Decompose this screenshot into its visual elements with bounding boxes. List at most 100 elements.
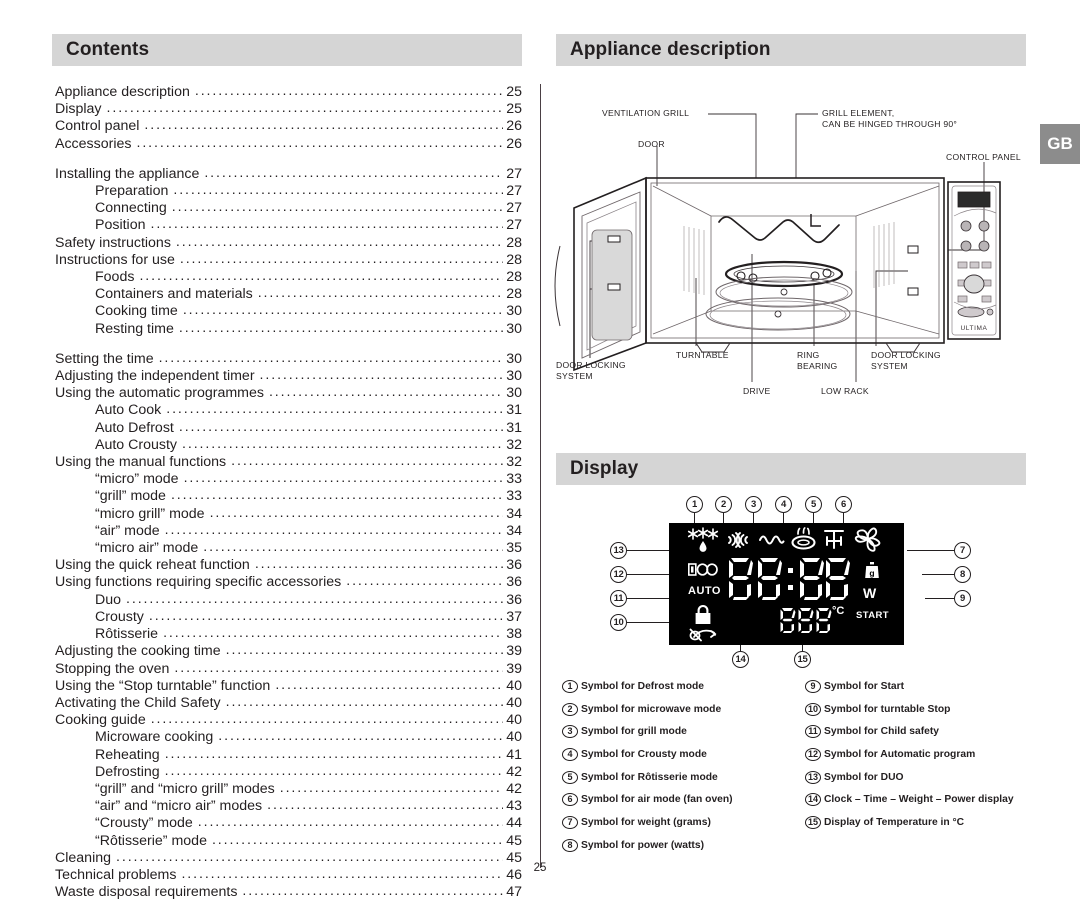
toc-leader-dots: ........................................… — [182, 435, 503, 452]
toc-leader-dots: ........................................… — [218, 728, 503, 745]
toc-entry[interactable]: Appliance description...................… — [55, 83, 522, 101]
legend-item-text: Symbol for turntable Stop — [824, 703, 951, 715]
microwave-mode-icon — [728, 532, 748, 548]
toc-entry[interactable]: Display.................................… — [55, 100, 522, 118]
toc-entry-page: 30 — [506, 368, 522, 385]
toc-entry[interactable]: Cooking time............................… — [55, 302, 522, 320]
toc-entry[interactable]: Control panel...........................… — [55, 117, 522, 135]
toc-entry-label: Auto Crousty — [95, 436, 178, 453]
legend-item-text: Symbol for Rôtisserie mode — [581, 771, 718, 783]
toc-entry[interactable]: Defrosting..............................… — [55, 763, 522, 781]
toc-entry-page: 40 — [506, 712, 522, 729]
page-number: 25 — [533, 862, 547, 874]
toc-entry[interactable]: Containers and materials................… — [55, 285, 522, 303]
toc-entry[interactable]: Using the quick reheat function.........… — [55, 556, 522, 574]
legend-column-left: 1 Symbol for Defrost mode 2 Symbol for micr… — [562, 675, 802, 857]
toc-entry[interactable]: Auto Defrost............................… — [55, 418, 522, 437]
toc-leader-dots: ........................................… — [178, 418, 503, 435]
toc-entry[interactable]: Accessories.............................… — [55, 135, 522, 153]
toc-leader-dots: ........................................… — [257, 285, 503, 302]
temperature-display: 888 — [780, 608, 832, 633]
toc-entry[interactable]: Connecting..............................… — [55, 199, 522, 217]
callout-5: 5 — [805, 496, 822, 513]
toc-entry[interactable]: Preparation.............................… — [55, 182, 522, 200]
child-safety-lock-icon — [695, 604, 711, 624]
toc-entry[interactable]: “grill” and “micro grill” modes.........… — [55, 780, 522, 798]
legend-item-number: 7 — [562, 815, 578, 829]
toc-entry-page: 30 — [506, 303, 522, 320]
toc-entry[interactable]: Resting time............................… — [55, 320, 522, 338]
toc-leader-dots: ........................................… — [197, 814, 503, 831]
legend-item-text: Symbol for grill mode — [581, 726, 687, 738]
legend-item-text: Symbol for power (watts) — [581, 839, 704, 851]
contents-section-header: Contents — [52, 34, 522, 66]
toc-entry[interactable]: Using the manual functions..............… — [55, 453, 522, 471]
toc-entry-label: Adjusting the independent timer — [55, 368, 255, 385]
toc-entry-page: 47 — [506, 884, 522, 901]
toc-leader-dots: ........................................… — [166, 401, 503, 418]
toc-entry-label: Resting time — [95, 320, 174, 337]
toc-leader-dots: ........................................… — [144, 117, 503, 134]
legend-item-text: Symbol for Automatic program — [824, 748, 976, 760]
toc-leader-dots: ........................................… — [139, 268, 503, 285]
legend-item-text: Display of Temperature in °C — [824, 816, 965, 828]
toc-entry-page: 26 — [506, 135, 522, 152]
toc-entry[interactable]: Using the automatic programmes..........… — [55, 384, 522, 402]
toc-entry-label: Rôtisserie — [95, 626, 159, 643]
toc-entry[interactable]: Instructions for use....................… — [55, 251, 522, 269]
toc-entry-page: 32 — [506, 454, 522, 471]
toc-entry[interactable]: “air” and “micro air” modes.............… — [55, 797, 522, 815]
toc-entry[interactable]: “Rôtisserie” mode.......................… — [55, 831, 522, 850]
toc-entry[interactable]: “micro grill” mode......................… — [55, 505, 522, 523]
toc-entry-label: Setting the time — [55, 350, 154, 367]
toc-entry-page: 30 — [506, 320, 522, 337]
toc-entry[interactable]: Reheating...............................… — [55, 746, 522, 764]
toc-entry-label: Stopping the oven — [55, 660, 170, 677]
toc-entry-page: 41 — [506, 746, 522, 763]
toc-entry-label: Using functions requiring specific acces… — [55, 574, 342, 591]
toc-leader-dots: ........................................… — [211, 831, 503, 848]
toc-entry[interactable]: Setting the time........................… — [55, 350, 522, 368]
toc-entry[interactable]: Safety instructions.....................… — [55, 234, 522, 252]
toc-entry[interactable]: Using the “Stop turntable” function.....… — [55, 676, 522, 695]
toc-entry-page: 27 — [506, 165, 522, 182]
toc-entry[interactable]: “grill” mode............................… — [55, 487, 522, 505]
toc-entry[interactable]: Position................................… — [55, 216, 522, 234]
legend-item: 7 Symbol for weight (grams) — [562, 811, 802, 834]
toc-entry-page: 28 — [506, 251, 522, 268]
toc-entry[interactable]: Foods...................................… — [55, 268, 522, 286]
toc-entry-label: Cooking time — [95, 303, 178, 320]
control-panel-brand-text: ULTIMA — [961, 325, 988, 332]
toc-leader-dots: ........................................… — [275, 676, 503, 693]
toc-entry[interactable]: Auto Cook...............................… — [55, 401, 522, 419]
appliance-diagram: VENTILATION GRILL GRILL ELEMENT, CAN BE … — [554, 96, 1026, 406]
toc-entry[interactable]: “Crousty” mode..........................… — [55, 814, 522, 832]
temperature-unit-label: °C — [832, 605, 845, 617]
legend-column-right: 9 Symbol for Start 10 Symbol for turntable … — [805, 675, 1045, 834]
toc-entry[interactable]: Duo.....................................… — [55, 591, 522, 609]
toc-entry[interactable]: Using functions requiring specific acces… — [55, 573, 522, 591]
weight-grams-icon: g — [865, 562, 879, 578]
toc-entry-page: 28 — [506, 286, 522, 303]
toc-entry[interactable]: Cooking guide...........................… — [55, 711, 522, 729]
toc-entry[interactable]: Waste disposal requirements.............… — [55, 883, 522, 901]
toc-entry[interactable]: Adjusting the cooking time..............… — [55, 642, 522, 660]
toc-entry[interactable]: Crousty.................................… — [55, 608, 522, 626]
toc-entry[interactable]: Microware cooking.......................… — [55, 728, 522, 746]
toc-entry[interactable]: “air” mode..............................… — [55, 522, 522, 540]
toc-entry-page: 36 — [506, 574, 522, 591]
legend-item-text: Symbol for Child safety — [824, 726, 940, 738]
toc-entry[interactable]: Adjusting the independent timer.........… — [55, 367, 522, 385]
toc-entry[interactable]: Activating the Child Safety.............… — [55, 694, 522, 712]
toc-entry[interactable]: Rôtisserie..............................… — [55, 625, 522, 643]
toc-entry-page: 27 — [506, 200, 522, 217]
legend-item: 2 Symbol for microwave mode — [562, 698, 802, 721]
toc-entry[interactable]: Auto Crousty............................… — [55, 435, 522, 454]
toc-entry[interactable]: Installing the appliance................… — [55, 165, 522, 183]
toc-entry-label: Display — [55, 101, 102, 118]
toc-entry-label: Preparation — [95, 183, 169, 200]
toc-entry[interactable]: “micro air” mode........................… — [55, 539, 522, 557]
toc-entry[interactable]: “micro” mode............................… — [55, 470, 522, 488]
toc-entry[interactable]: Stopping the oven.......................… — [55, 660, 522, 678]
microwave-oven-illustration: ULTIMA — [554, 113, 1001, 382]
